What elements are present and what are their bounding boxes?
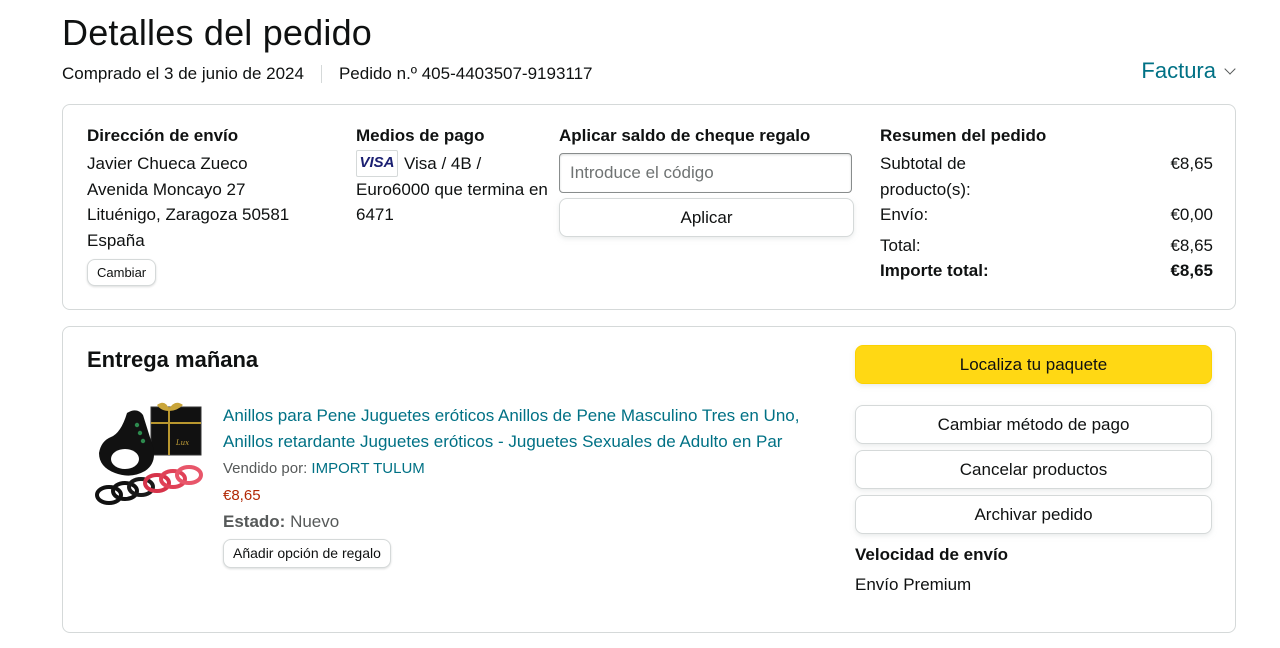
- summary-row-subtotal: Subtotal de producto(s): €8,65: [880, 151, 1213, 202]
- product-info: Anillos para Pene Juguetes eróticos Anil…: [223, 403, 823, 568]
- shipping-address-section: Dirección de envío Javier Chueca Zueco A…: [87, 125, 327, 286]
- order-actions: Localiza tu paquete Cambiar método de pa…: [855, 345, 1212, 597]
- product-title-link[interactable]: Anillos para Pene Juguetes eróticos Anil…: [223, 403, 823, 454]
- shipping-heading: Dirección de envío: [87, 126, 239, 145]
- condition-value: Nuevo: [290, 512, 340, 531]
- order-number: Pedido n.º 405-4403507-9193117: [338, 64, 593, 83]
- gift-card-heading: Aplicar saldo de cheque regalo: [559, 126, 811, 145]
- purchase-date: Comprado el 3 de junio de 2024: [62, 64, 304, 83]
- order-summary-section: Resumen del pedido Subtotal de producto(…: [880, 125, 1213, 284]
- address-line: Lituénigo, Zaragoza 50581: [87, 205, 290, 224]
- summary-heading: Resumen del pedido: [880, 126, 1047, 145]
- product-price: €8,65: [223, 486, 261, 504]
- change-payment-button[interactable]: Cambiar método de pago: [855, 405, 1212, 444]
- summary-value: €8,65: [1170, 154, 1213, 173]
- invoice-dropdown[interactable]: Factura: [1141, 58, 1236, 84]
- delivery-title: Entrega mañana: [87, 347, 259, 372]
- summary-row-grand-total: Importe total: €8,65: [880, 258, 1213, 284]
- svg-text:Lux: Lux: [175, 439, 189, 447]
- seller-line: Vendido por: IMPORT TULUM: [223, 456, 823, 482]
- summary-label: Envío:: [880, 205, 929, 224]
- shipping-speed-heading: Velocidad de envío: [855, 545, 1009, 564]
- payment-section: Medios de pago VISA Visa / 4B / Euro6000 …: [356, 125, 551, 228]
- track-package-button[interactable]: Localiza tu paquete: [855, 345, 1212, 384]
- summary-row-shipping: Envío: €0,00: [880, 202, 1213, 228]
- summary-value: €0,00: [1170, 205, 1213, 224]
- address-line: España: [87, 230, 145, 250]
- order-meta: Comprado el 3 de junio de 2024 Pedido n.…: [62, 64, 593, 84]
- summary-label: Subtotal de producto(s):: [880, 154, 971, 199]
- page-title: Detalles del pedido: [62, 12, 373, 53]
- grand-total-label: Importe total:: [880, 261, 989, 280]
- payment-heading: Medios de pago: [356, 126, 485, 145]
- summary-row-total: Total: €8,65: [880, 233, 1213, 259]
- add-gift-option-button[interactable]: Añadir opción de regalo: [223, 538, 391, 568]
- address-line: Javier Chueca Zueco: [87, 154, 248, 173]
- chevron-down-icon: [1224, 63, 1236, 75]
- order-info-card: Dirección de envío Javier Chueca Zueco A…: [62, 104, 1236, 310]
- shipping-speed-value: Envío Premium: [855, 575, 972, 594]
- summary-value: €8,65: [1170, 235, 1213, 255]
- delivery-card: Entrega mañana Lux Anillos para Pene Jug…: [62, 326, 1236, 633]
- product-condition: Estado: Nuevo: [223, 509, 823, 535]
- gift-card-section: Aplicar saldo de cheque regalo Aplicar: [559, 125, 855, 237]
- sold-by-label: Vendido por:: [223, 460, 308, 477]
- archive-order-button[interactable]: Archivar pedido: [855, 495, 1212, 534]
- invoice-label: Factura: [1141, 58, 1216, 83]
- apply-gift-button[interactable]: Aplicar: [559, 198, 854, 237]
- summary-label: Total:: [880, 235, 921, 255]
- visa-card-icon: VISA: [356, 149, 398, 177]
- payment-method: VISA Visa / 4B / Euro6000 que termina en …: [356, 149, 551, 228]
- change-address-button[interactable]: Cambiar: [87, 259, 157, 286]
- grand-total-value: €8,65: [1170, 261, 1213, 280]
- address-line: Avenida Moncayo 27: [87, 179, 246, 199]
- gift-code-input[interactable]: [559, 153, 852, 193]
- product-image[interactable]: Lux: [91, 401, 207, 513]
- meta-divider: [320, 65, 322, 83]
- seller-link[interactable]: IMPORT TULUM: [311, 460, 424, 477]
- condition-label: Estado:: [223, 512, 286, 531]
- cancel-items-button[interactable]: Cancelar productos: [855, 450, 1212, 489]
